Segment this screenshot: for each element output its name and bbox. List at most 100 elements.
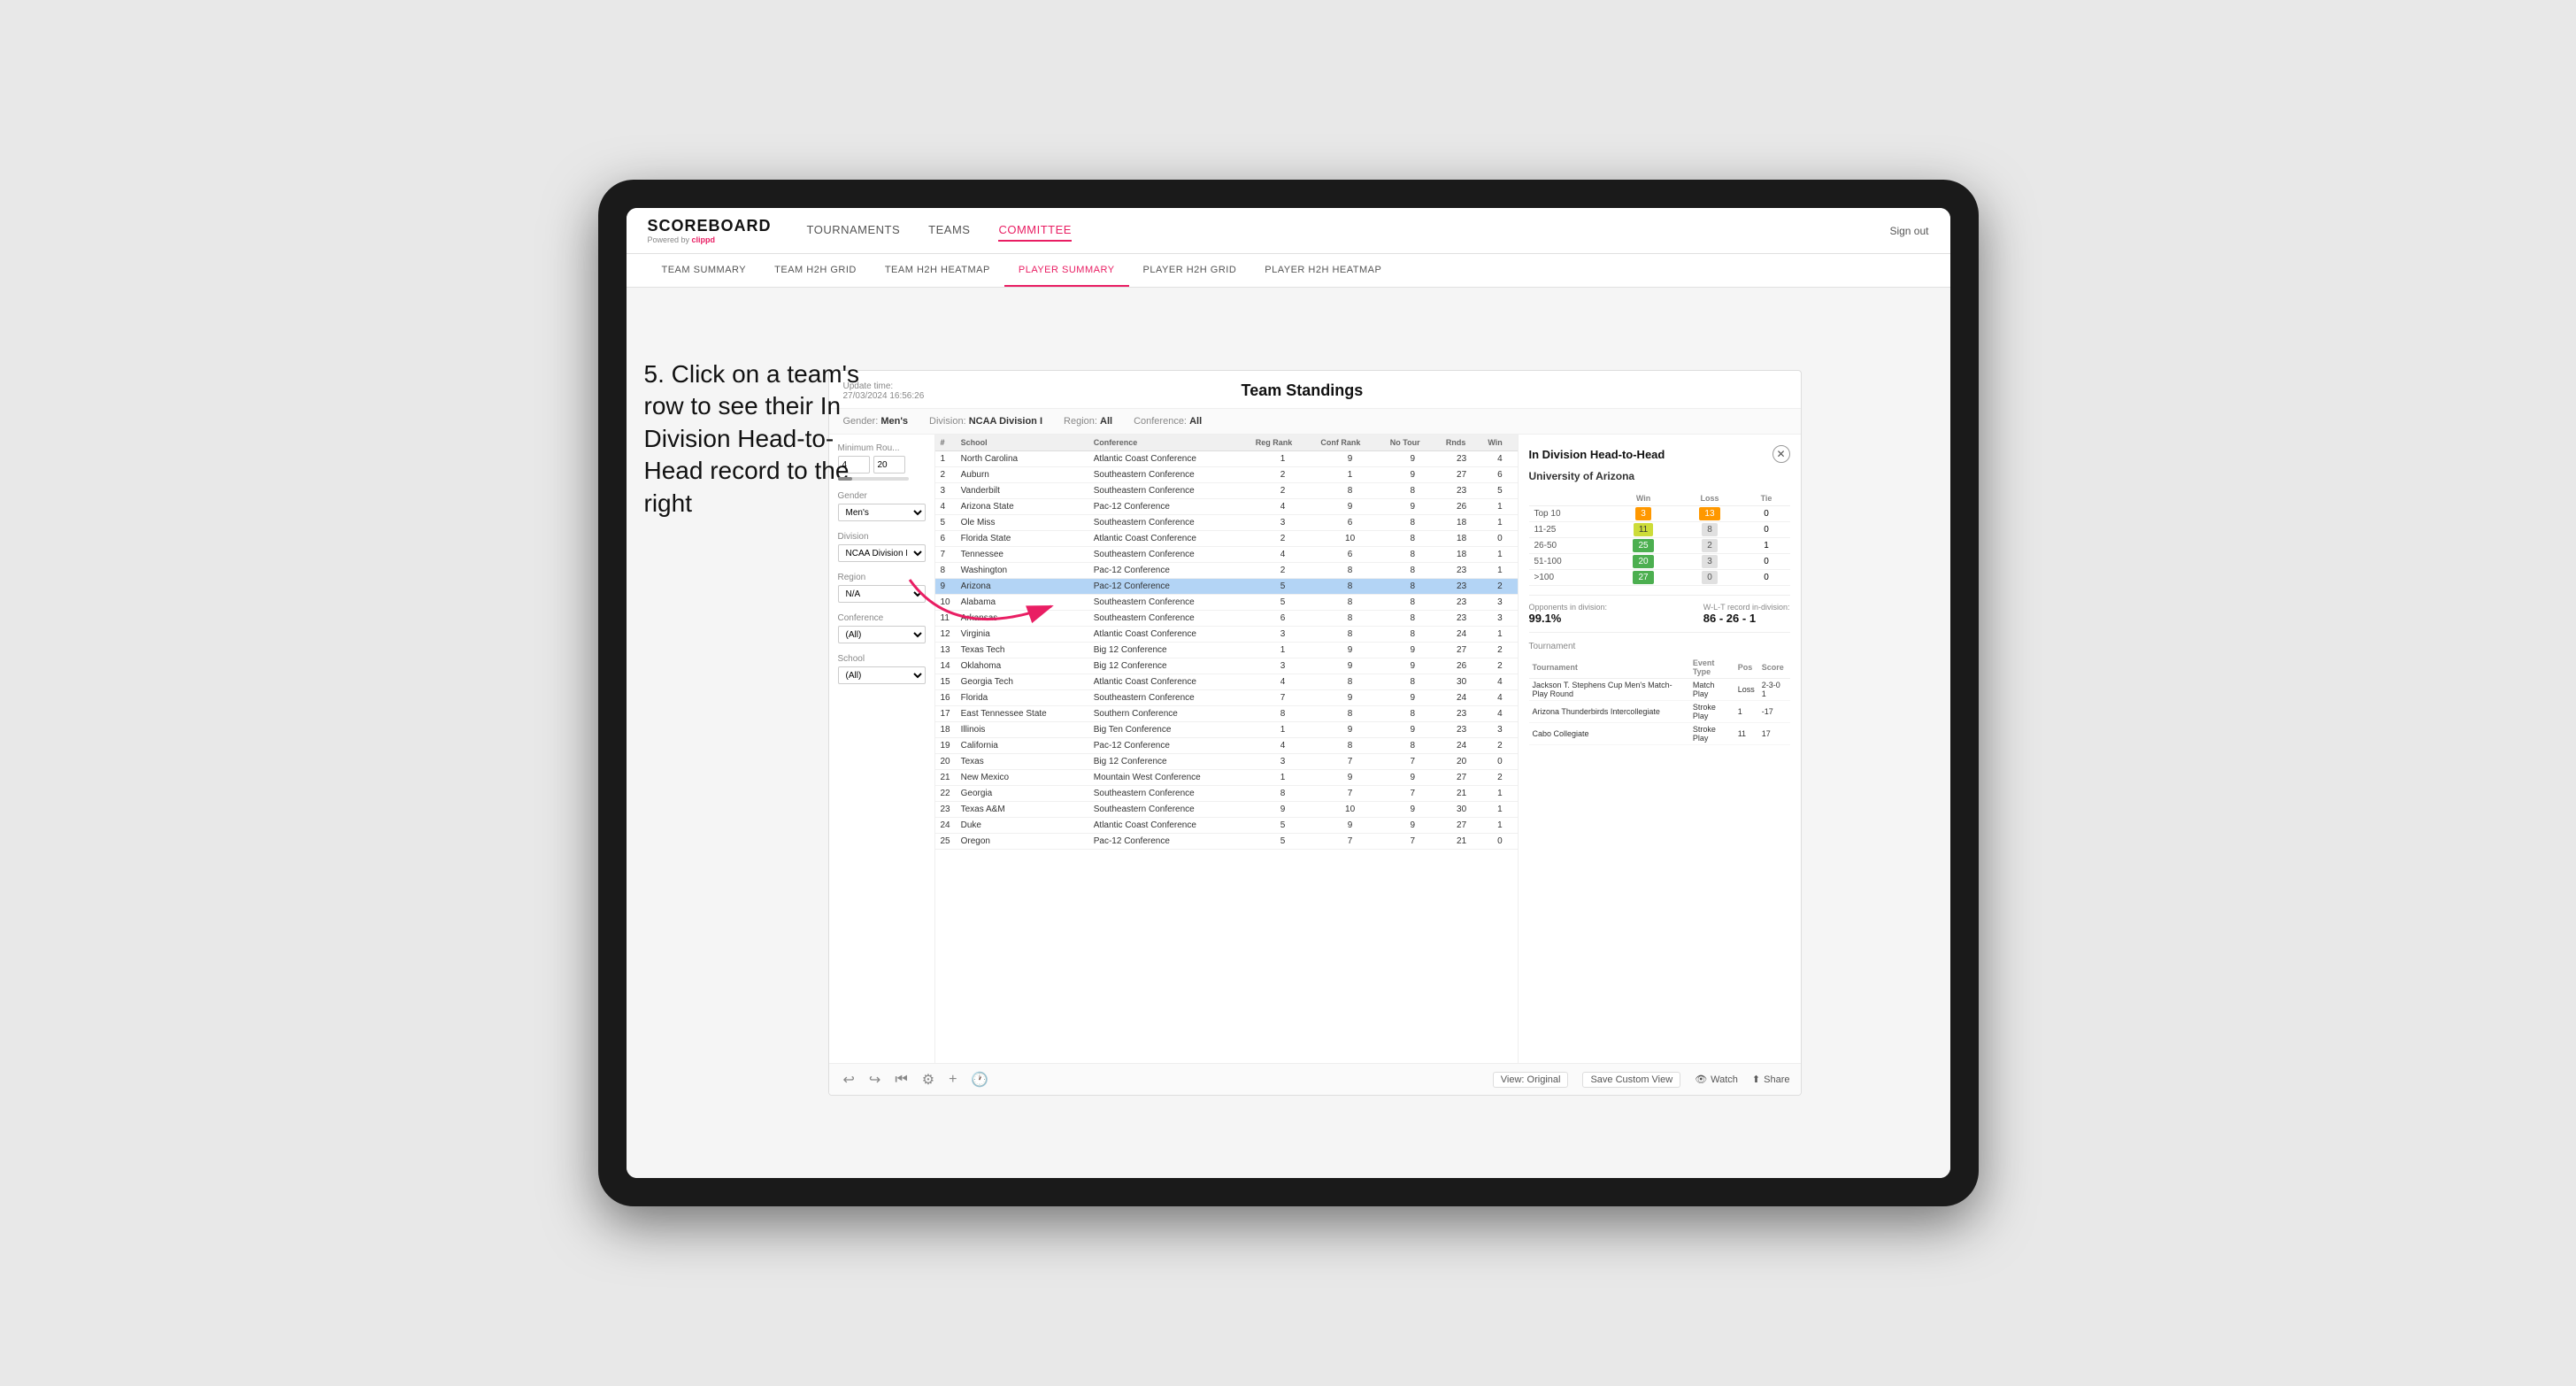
cell-no-tour: 9	[1385, 643, 1441, 658]
table-row[interactable]: 3 Vanderbilt Southeastern Conference 2 8…	[935, 483, 1518, 499]
sign-out[interactable]: Sign out	[1889, 225, 1928, 237]
table-row[interactable]: 2 Auburn Southeastern Conference 2 1 9 2…	[935, 467, 1518, 483]
h2h-tournaments-title: Tournament	[1529, 642, 1790, 651]
toolbar-btn-6[interactable]: 🕐	[967, 1069, 992, 1090]
table-row[interactable]: 17 East Tennessee State Southern Confere…	[935, 706, 1518, 722]
sub-nav-team-h2h-heatmap[interactable]: TEAM H2H HEATMAP	[871, 254, 1004, 287]
redo-btn[interactable]: ↪	[865, 1069, 884, 1090]
division-select[interactable]: NCAA Division I NCAA Division II	[838, 544, 926, 562]
cell-no-tour: 8	[1385, 627, 1441, 643]
nav-tournaments[interactable]: TOURNAMENTS	[807, 219, 901, 242]
watch-btn[interactable]: 👁 Watch	[1695, 1074, 1738, 1085]
dashboard-card: Update time: 27/03/2024 16:56:26 Team St…	[828, 370, 1802, 1096]
table-row[interactable]: 7 Tennessee Southeastern Conference 4 6 …	[935, 547, 1518, 563]
t-type: Match Play	[1689, 679, 1734, 701]
cell-conference: Atlantic Coast Conference	[1088, 818, 1250, 834]
cell-rnds: 23	[1441, 722, 1482, 738]
table-row[interactable]: 4 Arizona State Pac-12 Conference 4 9 9 …	[935, 499, 1518, 515]
table-row[interactable]: 23 Texas A&M Southeastern Conference 9 1…	[935, 802, 1518, 818]
cell-conf-rank: 7	[1315, 834, 1384, 850]
cell-conf-rank: 10	[1315, 531, 1384, 547]
table-row[interactable]: 21 New Mexico Mountain West Conference 1…	[935, 770, 1518, 786]
cell-reg-rank: 4	[1250, 547, 1316, 563]
table-row[interactable]: 6 Florida State Atlantic Coast Conferenc…	[935, 531, 1518, 547]
cell-no-tour: 8	[1385, 547, 1441, 563]
cell-rnds: 24	[1441, 627, 1482, 643]
cell-school: North Carolina	[956, 451, 1088, 467]
h2h-loss-cell: 8	[1677, 522, 1743, 538]
table-row[interactable]: 5 Ole Miss Southeastern Conference 3 6 8…	[935, 515, 1518, 531]
cell-conference: Southeastern Conference	[1088, 547, 1250, 563]
cell-rank: 1	[935, 451, 956, 467]
table-row[interactable]: 24 Duke Atlantic Coast Conference 5 9 9 …	[935, 818, 1518, 834]
sub-nav-player-summary[interactable]: PLAYER SUMMARY	[1004, 254, 1129, 287]
sub-nav-player-h2h-heatmap[interactable]: PLAYER H2H HEATMAP	[1250, 254, 1396, 287]
toolbar-btn-4[interactable]: ⚙	[919, 1069, 938, 1090]
table-row[interactable]: 1 North Carolina Atlantic Coast Conferen…	[935, 451, 1518, 467]
sub-nav-team-h2h-grid[interactable]: TEAM H2H GRID	[760, 254, 871, 287]
h2h-loss-cell: 0	[1677, 570, 1743, 586]
view-original-btn[interactable]: View: Original	[1493, 1072, 1569, 1088]
cell-win: 2	[1482, 643, 1517, 658]
cell-rnds: 24	[1441, 690, 1482, 706]
cell-conf-rank: 6	[1315, 515, 1384, 531]
cell-rank: 2	[935, 467, 956, 483]
cell-no-tour: 9	[1385, 467, 1441, 483]
cell-school: East Tennessee State	[956, 706, 1088, 722]
watch-icon: 👁	[1695, 1074, 1707, 1085]
sub-nav-player-h2h-grid[interactable]: PLAYER H2H GRID	[1129, 254, 1251, 287]
tournament-table: Tournament Event Type Pos Score Jackson …	[1529, 657, 1790, 745]
cell-school: Vanderbilt	[956, 483, 1088, 499]
h2h-win-cell: 27	[1611, 570, 1677, 586]
card-header: Update time: 27/03/2024 16:56:26 Team St…	[829, 371, 1801, 409]
cell-rnds: 23	[1441, 563, 1482, 579]
table-row[interactable]: 22 Georgia Southeastern Conference 8 7 7…	[935, 786, 1518, 802]
table-row[interactable]: 15 Georgia Tech Atlantic Coast Conferenc…	[935, 674, 1518, 690]
cell-conf-rank: 7	[1315, 786, 1384, 802]
min-rounds-slider[interactable]	[838, 477, 909, 481]
h2h-col-win: Win	[1611, 491, 1677, 506]
cell-conf-rank: 9	[1315, 690, 1384, 706]
cell-reg-rank: 2	[1250, 563, 1316, 579]
division-group: Division NCAA Division I NCAA Division I…	[838, 532, 926, 562]
nav-teams[interactable]: TEAMS	[928, 219, 970, 242]
cell-conference: Big 12 Conference	[1088, 643, 1250, 658]
h2h-tie-cell: 0	[1742, 554, 1789, 570]
table-row[interactable]: 16 Florida Southeastern Conference 7 9 9…	[935, 690, 1518, 706]
h2h-stats: Opponents in division: 99.1% W-L-T recor…	[1529, 595, 1790, 633]
table-row[interactable]: 19 California Pac-12 Conference 4 8 8 24…	[935, 738, 1518, 754]
table-row[interactable]: 14 Oklahoma Big 12 Conference 3 9 9 26 2	[935, 658, 1518, 674]
cell-no-tour: 8	[1385, 611, 1441, 627]
h2h-col-loss: Loss	[1677, 491, 1743, 506]
save-custom-btn[interactable]: Save Custom View	[1582, 1072, 1680, 1088]
cell-rnds: 23	[1441, 579, 1482, 595]
cell-school: Auburn	[956, 467, 1088, 483]
cell-no-tour: 9	[1385, 770, 1441, 786]
undo-btn[interactable]: ↩	[840, 1069, 858, 1090]
sub-nav-team-summary[interactable]: TEAM SUMMARY	[648, 254, 761, 287]
toolbar-btn-5[interactable]: +	[945, 1070, 960, 1090]
cell-reg-rank: 6	[1250, 611, 1316, 627]
cell-win: 4	[1482, 706, 1517, 722]
share-btn[interactable]: ⬆ Share	[1752, 1074, 1790, 1085]
toolbar-btn-3[interactable]: ⏮	[891, 1070, 911, 1090]
school-group: School (All)	[838, 654, 926, 684]
nav-committee[interactable]: COMMITTEE	[998, 219, 1072, 242]
cell-reg-rank: 2	[1250, 531, 1316, 547]
cell-rank: 5	[935, 515, 956, 531]
cell-conf-rank: 9	[1315, 770, 1384, 786]
table-row[interactable]: 20 Texas Big 12 Conference 3 7 7 20 0	[935, 754, 1518, 770]
cell-conference: Pac-12 Conference	[1088, 579, 1250, 595]
filter-region: Region: All	[1064, 416, 1112, 427]
h2h-close-btn[interactable]: ✕	[1772, 445, 1790, 463]
cell-rank: 25	[935, 834, 956, 850]
t-name: Cabo Collegiate	[1529, 723, 1689, 745]
table-row[interactable]: 18 Illinois Big Ten Conference 1 9 9 23 …	[935, 722, 1518, 738]
cell-conf-rank: 8	[1315, 706, 1384, 722]
cell-reg-rank: 2	[1250, 467, 1316, 483]
school-select[interactable]: (All)	[838, 666, 926, 684]
cell-win: 1	[1482, 499, 1517, 515]
watch-label: Watch	[1711, 1074, 1738, 1085]
filter-conference-label: Conference:	[1134, 416, 1187, 427]
table-row[interactable]: 25 Oregon Pac-12 Conference 5 7 7 21 0	[935, 834, 1518, 850]
